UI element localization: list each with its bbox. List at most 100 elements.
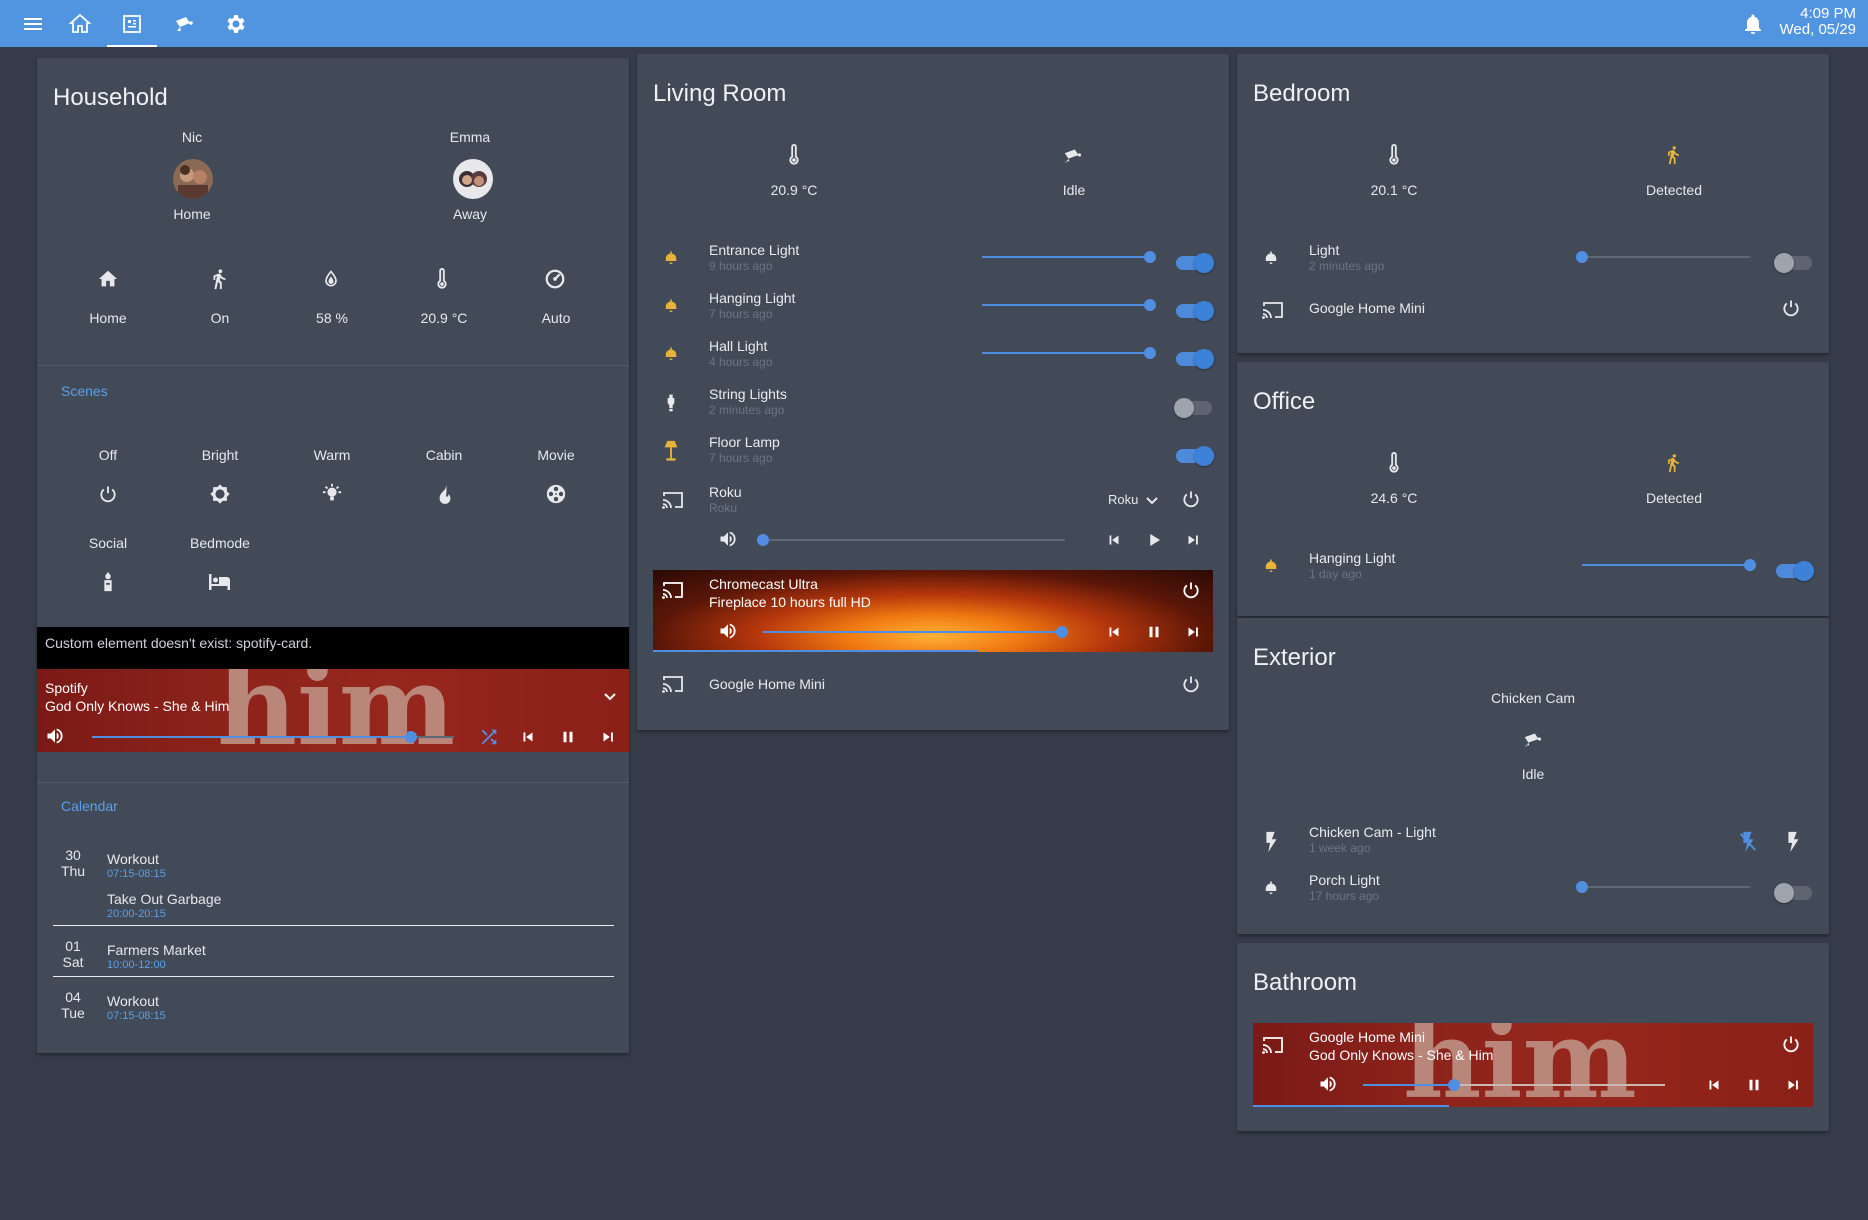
calendar-event-time: 20:00-20:15 <box>107 908 166 920</box>
next-track-icon[interactable] <box>1184 531 1202 549</box>
cast-icon[interactable] <box>1261 1035 1285 1055</box>
source-select[interactable]: Roku <box>1108 492 1138 507</box>
chevron-down-icon[interactable] <box>603 689 617 703</box>
power-icon[interactable] <box>1181 674 1201 694</box>
light-toggle[interactable] <box>1174 398 1212 418</box>
shuffle-icon[interactable] <box>478 726 500 748</box>
person-state: Home <box>173 206 211 222</box>
previous-track-icon[interactable] <box>1705 1076 1723 1094</box>
pause-icon[interactable] <box>559 728 577 746</box>
flash-icon[interactable] <box>1264 831 1278 853</box>
flash-off-icon[interactable] <box>1739 831 1757 853</box>
light-toggle[interactable] <box>1176 301 1214 321</box>
string-lights-icon[interactable] <box>664 393 678 413</box>
motion-sensor-icon[interactable] <box>1663 143 1683 167</box>
calendar-event-time: 07:15-08:15 <box>107 868 166 880</box>
power-icon[interactable] <box>98 484 118 504</box>
bed-icon[interactable] <box>208 572 232 592</box>
volume-icon[interactable] <box>1317 1074 1339 1094</box>
thermometer-icon[interactable] <box>1386 452 1402 474</box>
cast-icon[interactable] <box>1261 300 1285 320</box>
next-track-icon[interactable] <box>599 728 617 746</box>
light-toggle[interactable] <box>1176 349 1214 369</box>
thermometer-icon[interactable] <box>434 268 450 290</box>
light-toggle[interactable] <box>1176 446 1214 466</box>
tab-settings[interactable] <box>223 12 247 36</box>
brightness-knob[interactable] <box>1144 251 1156 263</box>
volume-icon[interactable] <box>717 529 739 549</box>
office-card: Office 24.6 °C Detected Hanging Light 1 … <box>1237 362 1829 616</box>
menu-icon[interactable] <box>21 12 45 36</box>
water-drop-icon[interactable] <box>321 268 341 290</box>
power-icon[interactable] <box>1181 489 1201 509</box>
cctv-icon[interactable] <box>1062 144 1084 166</box>
brightness-knob[interactable] <box>1576 251 1588 263</box>
cast-icon[interactable] <box>661 580 685 600</box>
flash-on-icon[interactable] <box>1786 831 1800 853</box>
brightness-icon[interactable] <box>209 483 231 505</box>
tab-dashboard[interactable] <box>120 12 144 36</box>
calendar-event-title[interactable]: Workout <box>107 993 159 1009</box>
power-icon[interactable] <box>1781 298 1801 318</box>
walk-icon[interactable] <box>208 268 230 290</box>
volume-knob[interactable] <box>1056 626 1068 638</box>
floor-lamp-icon[interactable] <box>663 440 679 462</box>
notifications-bell-icon[interactable] <box>1741 12 1765 36</box>
media-subtitle: God Only Knows - She & Him <box>45 698 230 714</box>
brightness-slider[interactable] <box>1582 256 1750 258</box>
ceiling-light-icon[interactable] <box>662 345 680 363</box>
power-icon[interactable] <box>1181 580 1201 600</box>
tab-cctv[interactable] <box>172 12 196 36</box>
ceiling-light-icon[interactable] <box>1262 249 1280 267</box>
ceiling-light-icon[interactable] <box>1262 557 1280 575</box>
fire-icon[interactable] <box>436 483 454 505</box>
chevron-down-icon[interactable] <box>1145 494 1159 508</box>
lamp-icon[interactable] <box>321 483 343 505</box>
cast-icon[interactable] <box>661 674 685 694</box>
pause-icon[interactable] <box>1745 1076 1763 1094</box>
home-icon[interactable] <box>97 268 119 290</box>
next-track-icon[interactable] <box>1784 1076 1802 1094</box>
cast-icon[interactable] <box>661 490 685 510</box>
brightness-slider[interactable] <box>1582 886 1750 888</box>
ceiling-light-icon[interactable] <box>662 249 680 267</box>
play-icon[interactable] <box>1145 531 1163 549</box>
previous-track-icon[interactable] <box>1105 531 1123 549</box>
avatar-nic[interactable] <box>173 159 213 199</box>
calendar-event-title[interactable]: Farmers Market <box>107 942 206 958</box>
brightness-knob[interactable] <box>1144 347 1156 359</box>
motion-sensor-icon[interactable] <box>1663 451 1683 475</box>
brightness-knob[interactable] <box>1576 881 1588 893</box>
next-track-icon[interactable] <box>1184 623 1202 641</box>
film-reel-icon[interactable] <box>545 483 567 505</box>
thermometer-icon[interactable] <box>786 144 802 166</box>
calendar-event-title[interactable]: Take Out Garbage <box>107 891 221 907</box>
entity-name: Hanging Light <box>1309 550 1396 566</box>
ceiling-light-icon[interactable] <box>662 297 680 315</box>
calendar-event-title[interactable]: Workout <box>107 851 159 867</box>
light-toggle[interactable] <box>1774 883 1812 903</box>
volume-knob[interactable] <box>757 534 769 546</box>
pause-icon[interactable] <box>1145 623 1163 641</box>
volume-track[interactable] <box>763 539 1065 541</box>
candle-icon[interactable] <box>101 571 115 593</box>
light-toggle[interactable] <box>1776 561 1814 581</box>
avatar-emma[interactable] <box>453 159 493 199</box>
volume-knob[interactable] <box>405 731 417 743</box>
brightness-fill <box>982 352 1150 354</box>
previous-track-icon[interactable] <box>1105 623 1123 641</box>
power-icon[interactable] <box>1781 1034 1801 1054</box>
light-toggle[interactable] <box>1774 253 1812 273</box>
brightness-knob[interactable] <box>1144 299 1156 311</box>
tab-home[interactable] <box>68 12 92 36</box>
volume-icon[interactable] <box>44 726 66 746</box>
thermometer-icon[interactable] <box>1386 144 1402 166</box>
previous-track-icon[interactable] <box>519 728 537 746</box>
volume-icon[interactable] <box>717 621 739 641</box>
brightness-knob[interactable] <box>1744 559 1756 571</box>
cctv-icon[interactable] <box>1522 728 1544 750</box>
gauge-icon[interactable] <box>544 268 566 290</box>
volume-knob[interactable] <box>1448 1079 1460 1091</box>
light-toggle[interactable] <box>1176 253 1214 273</box>
ceiling-light-icon[interactable] <box>1262 879 1280 897</box>
